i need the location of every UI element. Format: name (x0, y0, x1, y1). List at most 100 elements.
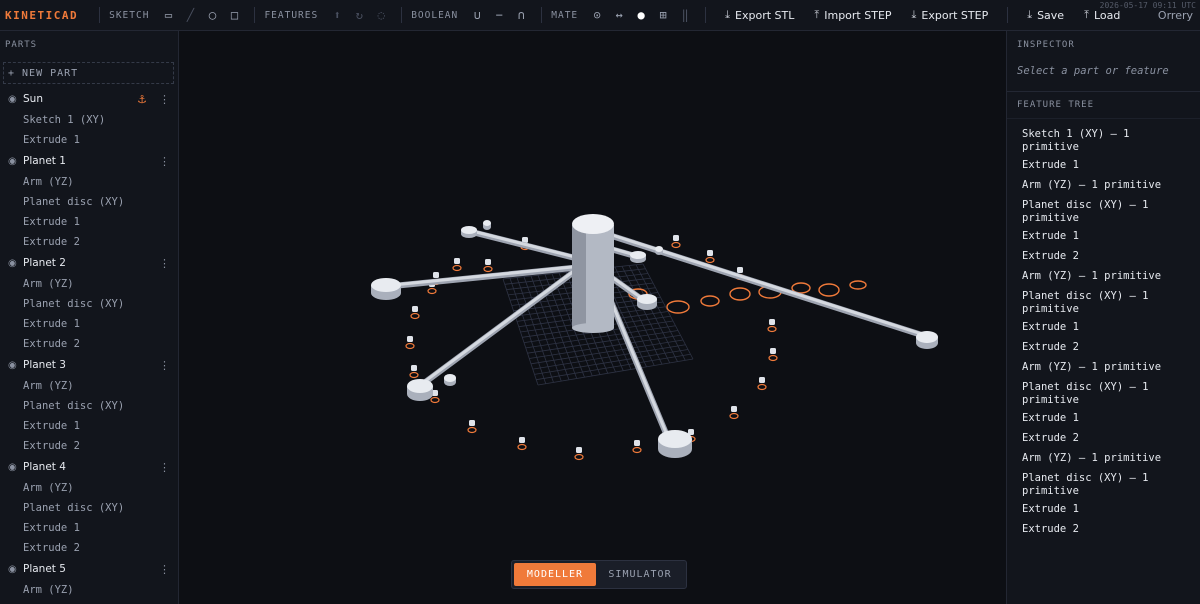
planet-disc-top (916, 331, 938, 343)
rectangle-icon[interactable]: ▭ (157, 4, 179, 26)
viewport-3d[interactable]: MODELLER SIMULATOR (180, 31, 1005, 604)
feature-item[interactable]: Planet disc (XY) (0, 192, 178, 212)
more-options-icon[interactable]: ⋮ (159, 359, 170, 372)
export-step-button[interactable]: ⤓ Export STEP (902, 3, 999, 27)
feature-item[interactable]: Extrude 1 (0, 416, 178, 436)
rigid-icon[interactable]: ‖ (674, 4, 696, 26)
feature-tree-item[interactable]: Extrude 2 (1007, 430, 1200, 450)
feature-item[interactable]: Extrude 2 (0, 232, 178, 252)
pin-ring (405, 342, 415, 350)
upload-icon: ⤒ (1084, 8, 1089, 21)
feature-tree-item[interactable]: Extrude 1 (1007, 319, 1200, 339)
extrude-icon[interactable]: ⬆ (326, 4, 348, 26)
revolve-icon[interactable]: ↻ (348, 4, 370, 26)
feature-item[interactable]: Extrude 1 (0, 212, 178, 232)
feature-tree-item[interactable]: Planet disc (XY) — 1 primitive (1007, 197, 1200, 228)
more-options-icon[interactable]: ⋮ (159, 257, 170, 270)
union-icon[interactable]: ∪ (466, 4, 488, 26)
slider-icon[interactable]: ↔ (608, 4, 630, 26)
feature-tree-item[interactable]: Extrude 2 (1007, 521, 1200, 541)
visibility-eye-icon[interactable]: ◉ (8, 258, 23, 269)
simulator-tab[interactable]: SIMULATOR (596, 563, 684, 586)
feature-item[interactable]: Arm (YZ) (0, 376, 178, 396)
feature-tree-item[interactable]: Arm (YZ) — 1 primitive (1007, 268, 1200, 288)
feature-tree-item[interactable]: Planet disc (XY) — 1 primitive (1007, 379, 1200, 410)
new-part-button[interactable]: + NEW PART (3, 62, 174, 84)
pin (634, 440, 640, 446)
feature-tree-item[interactable]: Extrude 1 (1007, 228, 1200, 248)
feature-tree-item[interactable]: Planet disc (XY) — 1 primitive (1007, 288, 1200, 319)
mate-ring (849, 280, 867, 290)
fillet-icon[interactable]: ◌ (370, 4, 392, 26)
feature-item[interactable]: Extrude 1 (0, 314, 178, 334)
intersect-icon[interactable]: ∩ (510, 4, 532, 26)
save-button[interactable]: ⤓ Save (1017, 3, 1074, 27)
pin-ring (467, 426, 477, 434)
more-options-icon[interactable]: ⋮ (159, 563, 170, 576)
feature-tree-item[interactable]: Extrude 2 (1007, 248, 1200, 268)
subtract-icon[interactable]: − (488, 4, 510, 26)
feature-tree-item[interactable]: Extrude 1 (1007, 410, 1200, 430)
pin (759, 377, 765, 383)
export-stl-button[interactable]: ⤓ Export STL (715, 3, 804, 27)
visibility-eye-icon[interactable]: ◉ (8, 156, 23, 167)
feature-item[interactable]: Extrude 1 (0, 130, 178, 150)
grid-icon[interactable]: ⊞ (652, 4, 674, 26)
more-options-icon[interactable]: ⋮ (159, 155, 170, 168)
feature-tree-item[interactable]: Arm (YZ) — 1 primitive (1007, 177, 1200, 197)
visibility-eye-icon[interactable]: ◉ (8, 462, 23, 473)
feature-item[interactable]: Extrude 1 (0, 518, 178, 538)
grid-line (532, 344, 686, 370)
pin-ring (452, 264, 462, 272)
part-row[interactable]: ◉ Planet 3 ⋮ (0, 354, 178, 376)
feature-tree-item[interactable]: Planet disc (XY) — 1 primitive (1007, 470, 1200, 501)
feature-tree-item[interactable]: Sketch 1 (XY) — 1 primitive (1007, 126, 1200, 157)
anchor-icon[interactable]: ⚓ (137, 93, 147, 106)
feature-item[interactable]: Extrude 2 (0, 436, 178, 456)
pin (454, 258, 460, 264)
toolbar-divider (705, 7, 707, 23)
feature-tree-item[interactable]: Extrude 2 (1007, 339, 1200, 359)
modeller-tab[interactable]: MODELLER (514, 563, 596, 586)
sun-cylinder-shade (572, 225, 586, 328)
circle-icon[interactable]: ◯ (201, 4, 223, 26)
feature-item[interactable]: Extrude 2 (0, 538, 178, 558)
pin (673, 235, 679, 241)
more-options-icon[interactable]: ⋮ (159, 461, 170, 474)
pin-ring (430, 396, 440, 404)
part-row[interactable]: ◉ Sun ⚓ ⋮ (0, 88, 178, 110)
revolute-icon[interactable]: ⊙ (586, 4, 608, 26)
part-row[interactable]: ◉ Planet 2 ⋮ (0, 252, 178, 274)
pin (576, 447, 582, 453)
feature-item[interactable]: Extrude 2 (0, 334, 178, 354)
feature-item[interactable]: Arm (YZ) (0, 172, 178, 192)
pin (737, 267, 743, 273)
download-icon: ⤓ (911, 8, 917, 21)
pin-ring (410, 312, 420, 320)
visibility-eye-icon[interactable]: ◉ (8, 360, 23, 371)
feature-tree-item[interactable]: Extrude 1 (1007, 157, 1200, 177)
feature-tree-item[interactable]: Arm (YZ) — 1 primitive (1007, 450, 1200, 470)
visibility-eye-icon[interactable]: ◉ (8, 564, 23, 575)
square-icon[interactable]: □ (223, 4, 245, 26)
more-options-icon[interactable]: ⋮ (159, 93, 170, 106)
feature-item[interactable]: Arm (YZ) (0, 580, 178, 600)
visibility-eye-icon[interactable]: ◉ (8, 94, 23, 105)
scene-canvas[interactable] (180, 31, 1005, 604)
project-name[interactable]: Orrery (1158, 9, 1193, 22)
feature-item[interactable]: Planet disc (XY) (0, 396, 178, 416)
part-row[interactable]: ◉ Planet 4 ⋮ (0, 456, 178, 478)
feature-item[interactable]: Planet disc (XY) (0, 498, 178, 518)
fixed-icon[interactable]: ● (630, 4, 652, 26)
line-icon[interactable]: ╱ (179, 4, 201, 26)
part-row[interactable]: ◉ Planet 5 ⋮ (0, 558, 178, 580)
feature-item[interactable]: Planet disc (XY) (0, 294, 178, 314)
feature-item[interactable]: Arm (YZ) (0, 274, 178, 294)
part-name: Planet 2 (23, 257, 66, 269)
feature-tree-item[interactable]: Extrude 1 (1007, 501, 1200, 521)
feature-item[interactable]: Arm (YZ) (0, 478, 178, 498)
feature-tree-item[interactable]: Arm (YZ) — 1 primitive (1007, 359, 1200, 379)
part-row[interactable]: ◉ Planet 1 ⋮ (0, 150, 178, 172)
import-step-button[interactable]: ⤒ Import STEP (804, 3, 901, 27)
feature-item[interactable]: Sketch 1 (XY) (0, 110, 178, 130)
